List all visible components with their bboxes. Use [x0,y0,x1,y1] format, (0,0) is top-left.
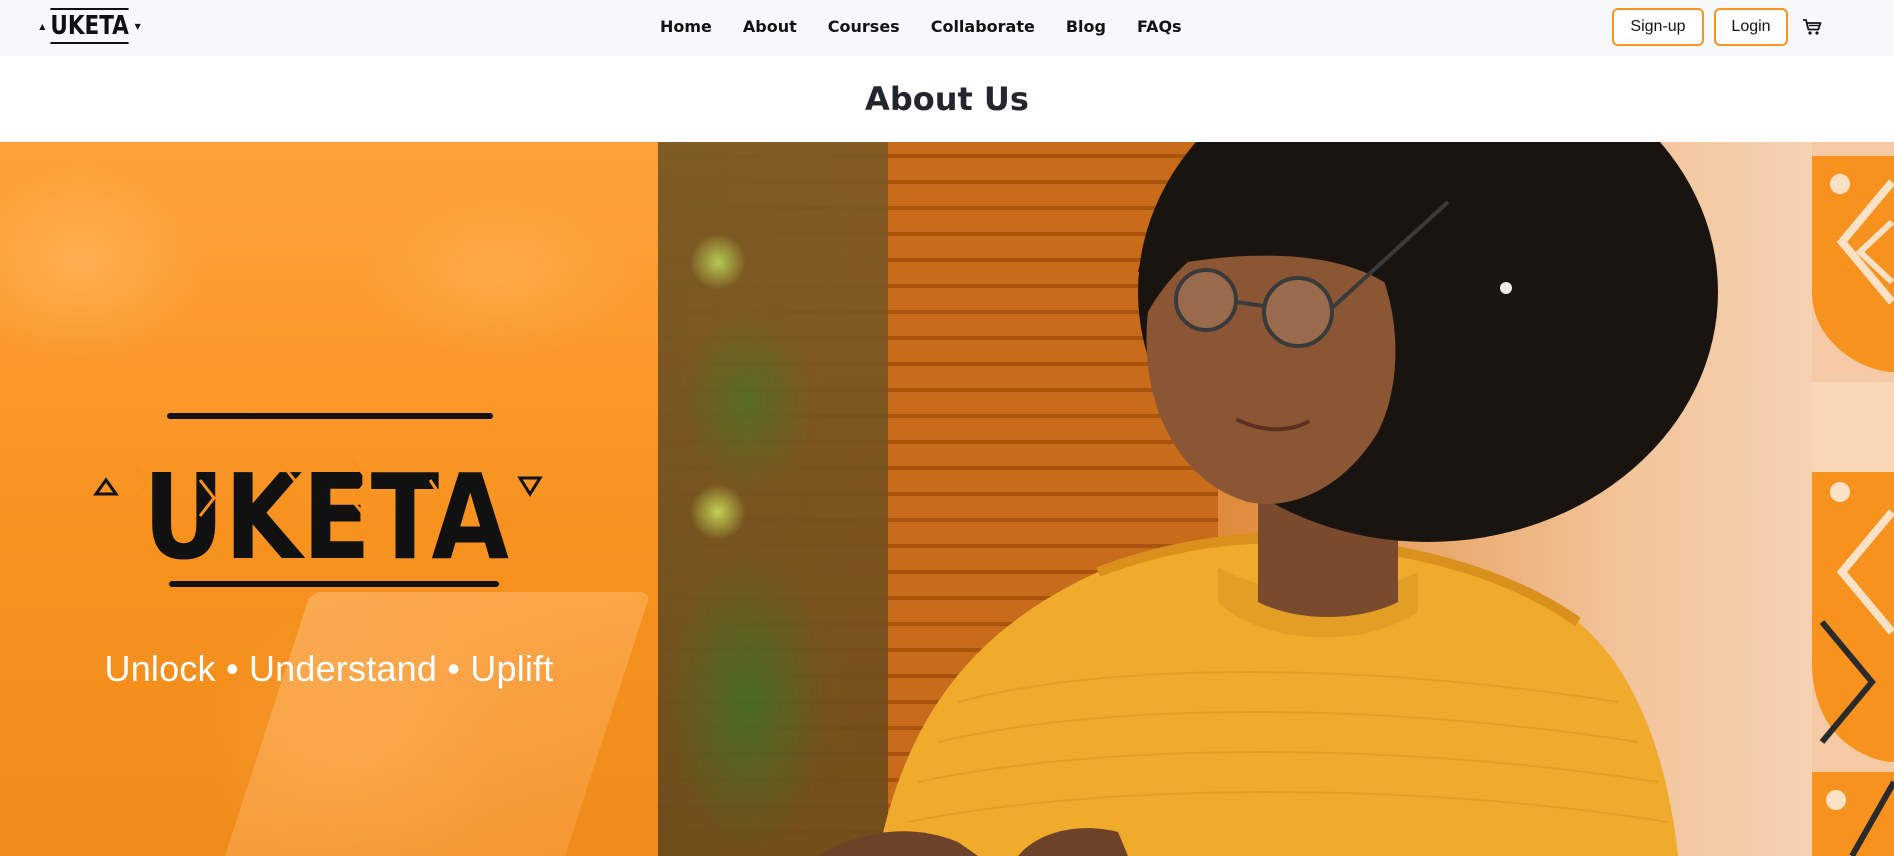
top-navbar: ▲ UKETA ▼ Home About Courses Collaborate… [0,0,1894,56]
nav-link-home[interactable]: Home [660,17,712,36]
hero-tagline: Unlock • Understand • Uplift [104,648,554,689]
nav-link-faqs[interactable]: FAQs [1137,17,1182,36]
triangle-down-icon [517,476,543,497]
hero-banner: UKETA Unlock • Understand • Uplift [0,142,1894,856]
nav-link-collaborate[interactable]: Collaborate [931,17,1035,36]
woman-at-laptop-illustration [818,142,1718,856]
login-button[interactable]: Login [1714,7,1788,46]
nav-link-about[interactable]: About [743,17,797,36]
hero-brand-panel: UKETA Unlock • Understand • Uplift [0,142,658,856]
page-title: About Us [865,80,1029,118]
laptop-silhouette [213,592,651,856]
hero-logo-text: UKETA [143,448,509,586]
hero-logo: UKETA [93,413,543,587]
cart-icon-graphic [1803,18,1822,35]
page-title-band: About Us [0,56,1894,142]
brand-logo[interactable]: ▲ UKETA ▼ [38,4,142,48]
decorative-pattern-strip [1812,142,1894,856]
nav-link-blog[interactable]: Blog [1066,17,1106,36]
hero-photo [658,142,1894,856]
signup-button[interactable]: Sign-up [1612,7,1704,46]
cart-icon[interactable] [1800,15,1824,39]
triangle-down-icon: ▼ [134,21,141,31]
triangle-icon: ▲ [39,21,46,31]
main-nav: Home About Courses Collaborate Blog FAQs [660,0,1182,53]
nav-link-courses[interactable]: Courses [828,17,900,36]
brand-logo-text: UKETA [50,8,130,44]
triangle-up-icon [93,477,119,496]
auth-actions: Sign-up Login [1612,0,1894,53]
